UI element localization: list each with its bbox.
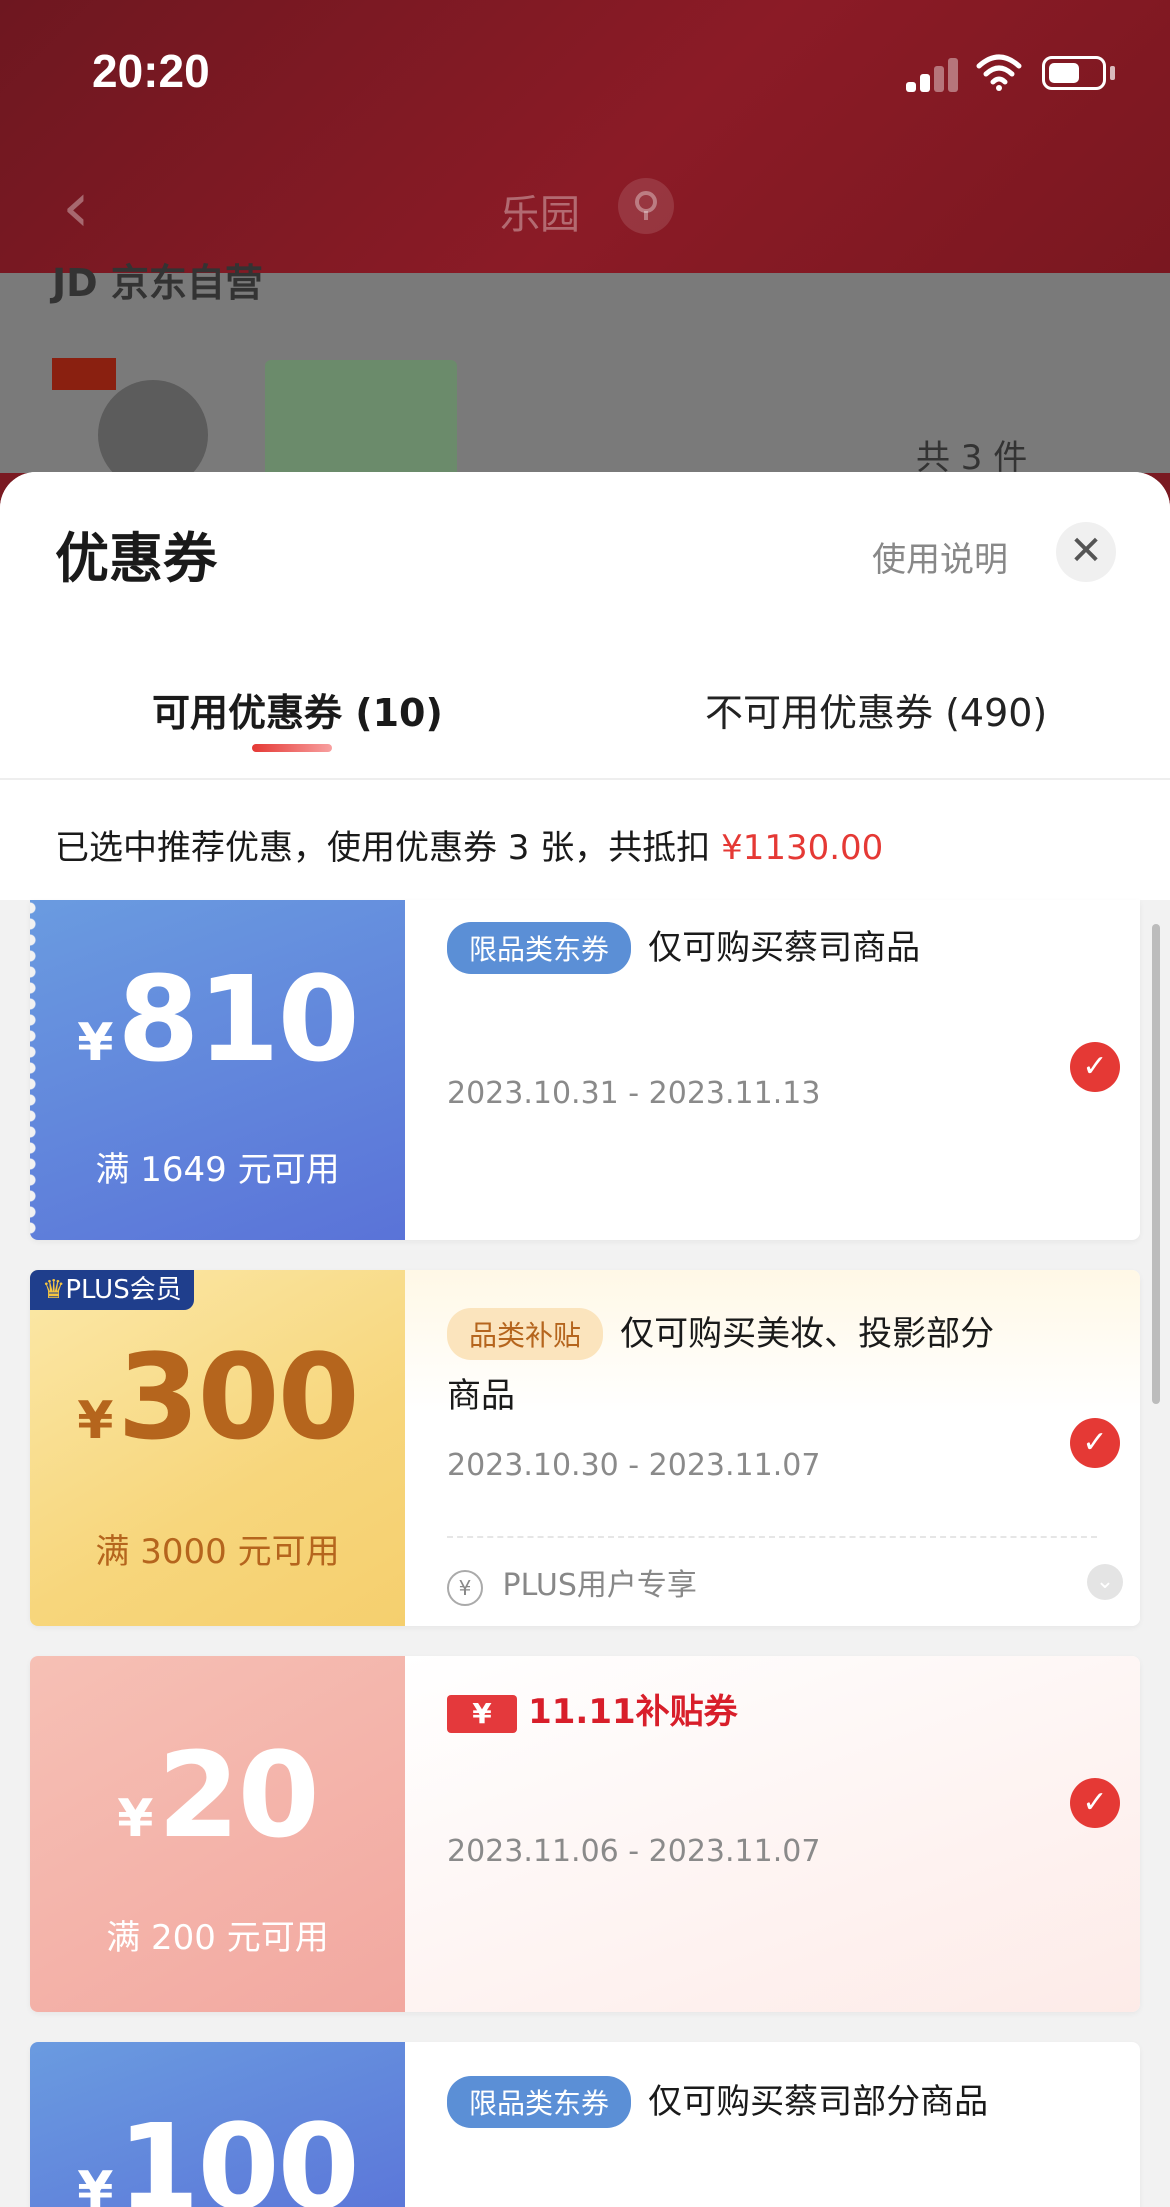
promo-tag-image (52, 358, 116, 390)
coupon-info: 限品类东券 仅可购买蔡司部分商品 (405, 2042, 1140, 2207)
yen-circle-icon: ¥ (447, 1570, 483, 1606)
coupon-card[interactable]: ¥100 限品类东券 仅可购买蔡司部分商品 (30, 2042, 1140, 2207)
subsidy-brand: 11.11补贴券 (528, 1692, 738, 1732)
tab-unavailable[interactable]: 不可用优惠券 (490) (705, 682, 1047, 737)
coupon-value-panel: ¥20 满 200 元可用 (30, 1656, 405, 2012)
store-name: JD 京东自营 (52, 261, 263, 305)
summary-amount: ¥1130.00 (721, 828, 884, 868)
coupon-title: 仅可购买蔡司部分商品 (648, 2082, 989, 2122)
top-nav-bar (0, 0, 1170, 273)
discount-summary: 已选中推荐优惠，使用优惠券 3 张，共抵扣 ¥1130.00 (55, 820, 883, 869)
divider (0, 778, 1170, 780)
checkmark-icon[interactable]: ✓ (1070, 1778, 1120, 1828)
coupon-value: ¥300 (77, 1328, 360, 1466)
sheet-title: 优惠券 (55, 527, 217, 590)
battery-tip (1110, 66, 1115, 80)
divider (447, 1536, 1097, 1538)
wifi-icon (976, 54, 1022, 91)
coupon-info: ¥ 11.11补贴券 2023.11.06 - 2023.11.07 ✓ (405, 1656, 1140, 2012)
coupon-sheet: 优惠券 使用说明 ✕ 可用优惠券 (10) 不可用优惠券 (490) 已选中推荐… (0, 472, 1170, 2207)
summary-text: 已选中推荐优惠，使用优惠券 3 张，共抵扣 (55, 828, 722, 868)
location-pin-icon[interactable] (618, 178, 674, 234)
coupon-dates: 2023.10.30 - 2023.11.07 (447, 1448, 821, 1483)
coupon-condition: 满 3000 元可用 (95, 1532, 340, 1572)
coupon-value-panel: ♛PLUS会员 ¥300 满 3000 元可用 (30, 1270, 405, 1626)
coupon-dates: 2023.11.06 - 2023.11.07 (447, 1834, 821, 1869)
coupon-value: ¥100 (77, 2098, 360, 2207)
coupon-title: 仅可购买美妆、投影部分 (620, 1314, 995, 1354)
coupon-condition: 满 200 元可用 (106, 1918, 329, 1958)
signal-icon (906, 56, 960, 92)
battery-icon (1042, 56, 1106, 90)
product-thumbnail (265, 360, 457, 490)
coupon-value-panel: ¥810 满 1649 元可用 (30, 900, 405, 1240)
coupon-value-panel: ¥100 (30, 2042, 405, 2207)
coupon-value: ¥810 (77, 950, 360, 1088)
coupon-tag: 限品类东券 (447, 2076, 632, 2128)
coupon-info: 品类补贴 仅可购买美妆、投影部分 商品 2023.10.30 - 2023.11… (405, 1270, 1140, 1626)
checkmark-icon[interactable]: ✓ (1070, 1042, 1120, 1092)
close-icon[interactable]: ✕ (1056, 522, 1116, 582)
coupon-info: 限品类东券 仅可购买蔡司商品 2023.10.31 - 2023.11.13 ✓ (405, 900, 1140, 1240)
coupon-tag: 限品类东券 (447, 922, 632, 974)
coupon-title: 仅可购买蔡司商品 (648, 928, 921, 968)
coupon-card[interactable]: ¥20 满 200 元可用 ¥ 11.11补贴券 2023.11.06 - 20… (30, 1656, 1140, 2012)
chevron-left-icon[interactable]: ‹ (62, 172, 90, 242)
nav-title: 乐园 (500, 192, 580, 238)
coupon-dates: 2023.10.31 - 2023.11.13 (447, 1076, 821, 1111)
coupon-card[interactable]: ♛PLUS会员 ¥300 满 3000 元可用 品类补贴 仅可购买美妆、投影部分… (30, 1270, 1140, 1626)
coupon-title-cont: 商品 (447, 1376, 515, 1416)
crown-icon: ♛ (42, 1275, 66, 1305)
checkmark-icon[interactable]: ✓ (1070, 1418, 1120, 1468)
status-time: 20:20 (92, 45, 210, 97)
tab-available[interactable]: 可用优惠券 (10) (152, 682, 443, 737)
scrollbar[interactable] (1152, 924, 1160, 1404)
usage-instructions-link[interactable]: 使用说明 (872, 532, 1008, 581)
coupon-condition: 满 1649 元可用 (95, 1150, 340, 1190)
plus-badge: ♛PLUS会员 (30, 1270, 194, 1310)
chevron-down-icon[interactable]: ⌄ (1087, 1564, 1123, 1600)
subsidy-logo: ¥ 11.11补贴券 (447, 1684, 738, 1733)
coupon-value: ¥20 (117, 1726, 319, 1864)
active-tab-indicator (252, 744, 332, 752)
coupon-footer: ¥ PLUS用户专享 (447, 1560, 697, 1606)
coupon-card[interactable]: ¥810 满 1649 元可用 限品类东券 仅可购买蔡司商品 2023.10.3… (30, 900, 1140, 1240)
coupon-tag: 品类补贴 (447, 1308, 604, 1360)
yen-ticket-icon: ¥ (447, 1695, 517, 1733)
